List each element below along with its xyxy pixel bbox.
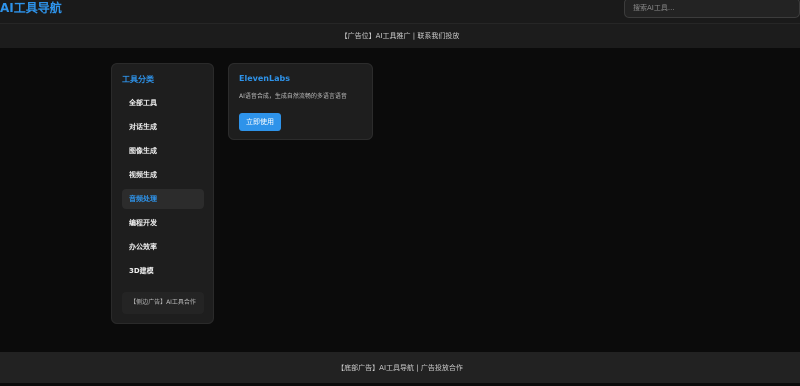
footer-text: 【底部广告】AI工具导航 | 广告投放合作 <box>337 363 463 372</box>
sidebar-title: 工具分类 <box>122 75 154 84</box>
sidebar-item-video[interactable]: 视频生成 <box>122 165 204 185</box>
footer-ad[interactable]: 【底部广告】AI工具导航 | 广告投放合作 <box>0 352 800 383</box>
ad-banner[interactable]: 【广告位】AI工具推广 | 联系我们投放 <box>0 24 800 48</box>
sidebar-item-image[interactable]: 图像生成 <box>122 141 204 161</box>
use-now-button[interactable]: 立即使用 <box>239 113 281 131</box>
tool-description: AI语音合成，生成自然流畅的多语言语音 <box>239 93 347 100</box>
sidebar-item-office[interactable]: 办公效率 <box>122 237 204 257</box>
sidebar-item-coding[interactable]: 编程开发 <box>122 213 204 233</box>
tool-card: ElevenLabs AI语音合成，生成自然流畅的多语言语音 立即使用 <box>228 63 373 140</box>
sidebar-ad[interactable]: 【侧边广告】AI工具合作 <box>122 292 204 314</box>
category-sidebar: 工具分类 全部工具 对话生成 图像生成 视频生成 音频处理 编程开发 办公效率 … <box>111 63 214 324</box>
sidebar-item-audio[interactable]: 音频处理 <box>122 189 204 209</box>
top-header: AI工具导航 <box>0 0 800 24</box>
tool-name[interactable]: ElevenLabs <box>239 74 290 83</box>
sidebar-item-chat[interactable]: 对话生成 <box>122 117 204 137</box>
sidebar-item-3d[interactable]: 3D建模 <box>122 261 204 281</box>
sidebar-item-all-tools[interactable]: 全部工具 <box>122 93 204 113</box>
search-input[interactable] <box>624 0 800 18</box>
ad-banner-text: 【广告位】AI工具推广 | 联系我们投放 <box>340 32 460 40</box>
site-logo[interactable]: AI工具导航 <box>0 0 62 17</box>
